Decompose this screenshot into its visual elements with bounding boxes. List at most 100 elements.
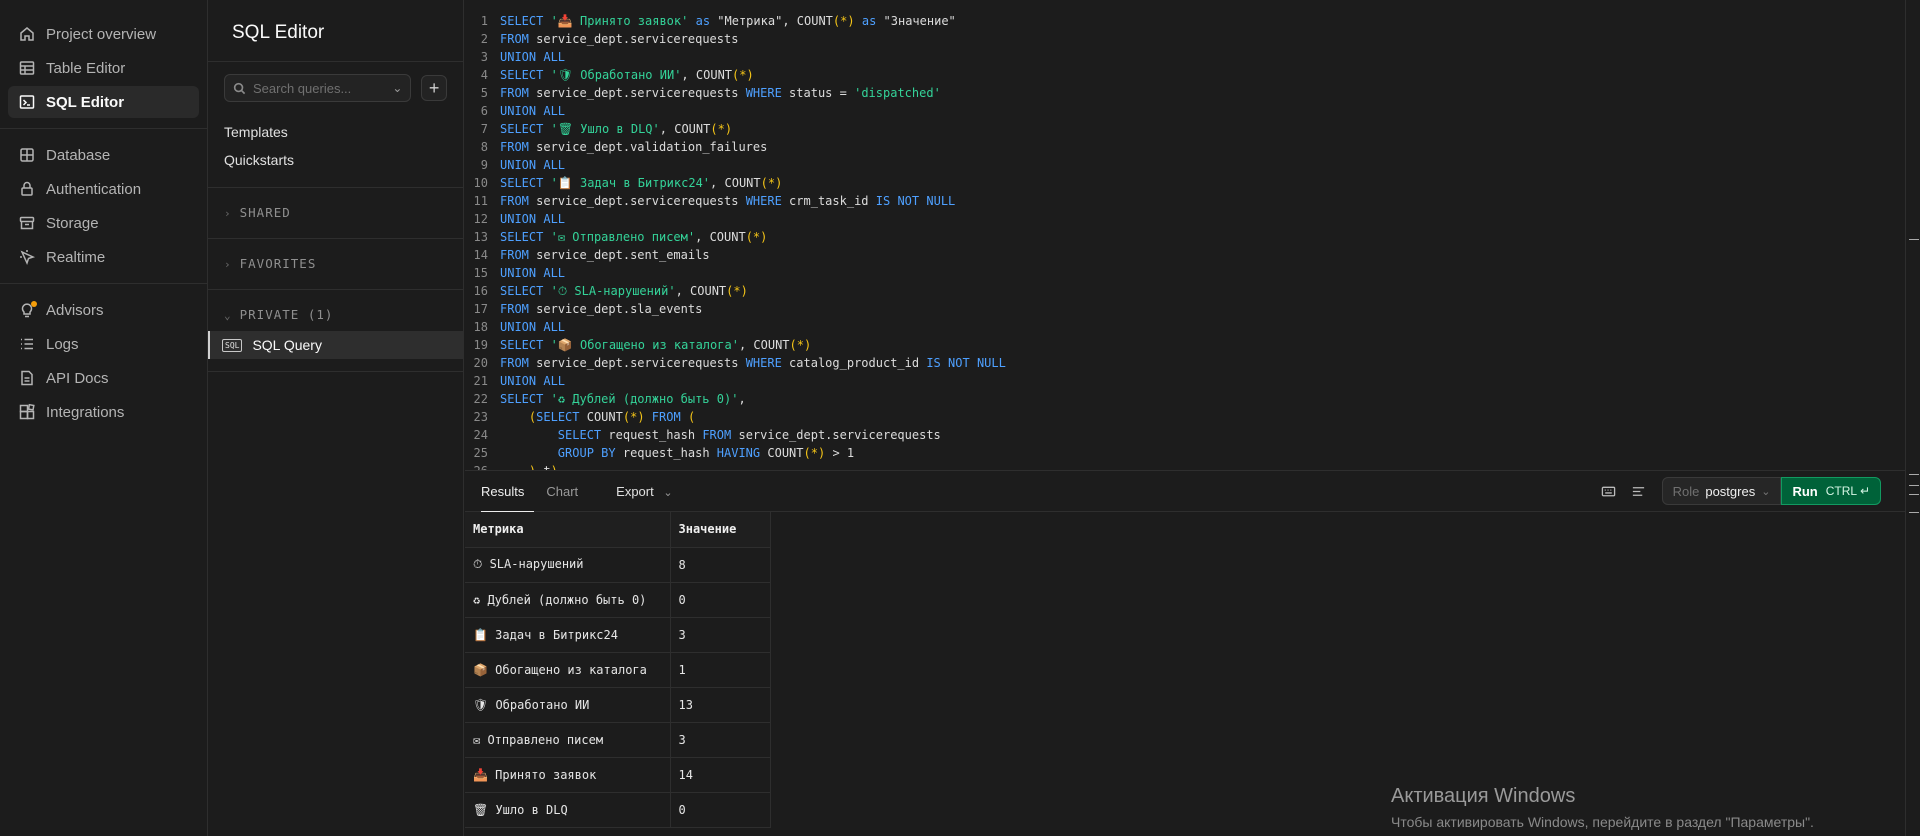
role-selector[interactable]: Role postgres ⌄ xyxy=(1661,477,1782,505)
column-header-metric[interactable]: Метрика xyxy=(465,512,671,548)
code-line[interactable]: 12 UNION ALL xyxy=(465,210,1905,228)
code-line[interactable]: 5 FROM service_dept.servicerequests WHERE… xyxy=(465,84,1905,102)
line-number: 16 xyxy=(473,284,488,298)
code-text: (SELECT COUNT(*) FROM ( xyxy=(528,410,696,424)
add-query-button[interactable]: + xyxy=(421,75,447,101)
filter-chevron-icon[interactable]: ⌄ xyxy=(392,81,402,95)
table-header-row: Метрика Значение xyxy=(465,512,771,548)
code-line[interactable]: 11 FROM service_dept.servicerequests WHER… xyxy=(465,192,1905,210)
format-lines-icon[interactable] xyxy=(1624,476,1654,506)
editor-scrollbar[interactable] xyxy=(1905,0,1920,836)
chevron-down-icon: ⌄ xyxy=(224,309,232,322)
code-line[interactable]: 13 SELECT '✉ Отправлено писем', COUNT(*) xyxy=(465,228,1905,246)
cell-metric[interactable]: 🛡 Обработано ИИ xyxy=(465,687,671,723)
code-line[interactable]: 1 SELECT '📥 Принято заявок' as "Метрика",… xyxy=(465,12,1905,30)
table-row[interactable]: 📥 Принято заявок 14 xyxy=(465,757,771,793)
nav-sql-editor[interactable]: SQL Editor xyxy=(8,86,199,118)
export-button[interactable]: Export ⌄ xyxy=(600,471,688,512)
keyboard-icon[interactable] xyxy=(1594,476,1624,506)
section-shared[interactable]: › SHARED xyxy=(208,201,463,225)
cell-value[interactable]: 8 xyxy=(670,547,771,583)
column-header-value[interactable]: Значение xyxy=(670,512,771,548)
query-item-sql-query[interactable]: SQL SQL Query xyxy=(208,331,463,359)
nav-storage[interactable]: Storage xyxy=(8,207,199,239)
code-line[interactable]: 26 ) t) xyxy=(465,462,1905,470)
nav-table-editor[interactable]: Table Editor xyxy=(8,52,199,84)
code-line[interactable]: 20 FROM service_dept.servicerequests WHER… xyxy=(465,354,1905,372)
section-private[interactable]: ⌄ PRIVATE (1) xyxy=(208,303,463,327)
tab-results[interactable]: Results xyxy=(465,471,540,513)
cell-metric[interactable]: 📋 Задач в Битрикс24 xyxy=(465,617,671,653)
code-line[interactable]: 24 SELECT request_hash FROM service_dept… xyxy=(465,426,1905,444)
code-line[interactable]: 2 FROM service_dept.servicerequests xyxy=(465,30,1905,48)
cell-value[interactable]: 3 xyxy=(670,722,771,758)
quickstarts-link[interactable]: Quickstarts xyxy=(208,146,463,174)
code-text: FROM service_dept.servicerequests WHERE … xyxy=(500,194,956,208)
nav-api-docs[interactable]: API Docs xyxy=(8,362,199,394)
nav-database[interactable]: Database xyxy=(8,139,199,171)
cell-value[interactable]: 13 xyxy=(670,687,771,723)
table-row[interactable]: ⏱ SLA-нарушений 8 xyxy=(465,547,771,583)
cell-value[interactable]: 0 xyxy=(670,582,771,618)
nav-integrations[interactable]: Integrations xyxy=(8,396,199,428)
file-icon xyxy=(18,369,36,387)
line-number: 8 xyxy=(480,140,488,154)
search-queries-box[interactable]: ⌄ xyxy=(224,74,412,102)
code-text: FROM service_dept.servicerequests WHERE … xyxy=(500,86,941,100)
cell-value[interactable]: 1 xyxy=(670,652,771,688)
code-line[interactable]: 10 SELECT '📋 Задач в Битрикс24', COUNT(*) xyxy=(465,174,1905,192)
code-text: SELECT '⏱ SLA-нарушений', COUNT(*) xyxy=(500,284,748,298)
code-line[interactable]: 23 (SELECT COUNT(*) FROM ( xyxy=(465,408,1905,426)
table-row[interactable]: 🛡 Обработано ИИ 13 xyxy=(465,687,771,723)
code-line[interactable]: 18 UNION ALL xyxy=(465,318,1905,336)
section-favorites[interactable]: › FAVORITES xyxy=(208,252,463,276)
code-text: FROM service_dept.servicerequests xyxy=(500,32,739,46)
cell-value[interactable]: 14 xyxy=(670,757,771,793)
code-line[interactable]: 15 UNION ALL xyxy=(465,264,1905,282)
code-line[interactable]: 19 SELECT '📦 Обогащено из каталога', COUN… xyxy=(465,336,1905,354)
code-line[interactable]: 25 GROUP BY request_hash HAVING COUNT(*)… xyxy=(465,444,1905,462)
table-row[interactable]: ✉ Отправлено писем 3 xyxy=(465,722,771,758)
lightbulb-icon xyxy=(18,301,37,319)
windows-activation-watermark: Активация Windows Чтобы активировать Win… xyxy=(1391,785,1814,830)
nav-authentication[interactable]: Authentication xyxy=(8,173,199,205)
cell-value[interactable]: 0 xyxy=(670,792,771,828)
tab-chart[interactable]: Chart xyxy=(540,471,594,512)
sql-code-editor[interactable]: 1 SELECT '📥 Принято заявок' as "Метрика",… xyxy=(465,0,1905,470)
table-icon xyxy=(18,59,36,77)
code-line[interactable]: 7 SELECT '🗑 Ушло в DLQ', COUNT(*) xyxy=(465,120,1905,138)
scroll-marker xyxy=(1909,494,1919,495)
cell-metric[interactable]: 📦 Обогащено из каталога xyxy=(465,652,671,688)
table-row[interactable]: ♻ Дублей (должно быть 0) 0 xyxy=(465,582,771,618)
code-line[interactable]: 17 FROM service_dept.sla_events xyxy=(465,300,1905,318)
code-line[interactable]: 14 FROM service_dept.sent_emails xyxy=(465,246,1905,264)
code-line[interactable]: 3 UNION ALL xyxy=(465,48,1905,66)
cell-metric[interactable]: ✉ Отправлено писем xyxy=(465,722,671,758)
cell-metric[interactable]: 📥 Принято заявок xyxy=(465,757,671,793)
table-row[interactable]: 📦 Обогащено из каталога 1 xyxy=(465,652,771,688)
code-line[interactable]: 4 SELECT '🛡 Обработано ИИ', COUNT(*) xyxy=(465,66,1905,84)
nav-label: Integrations xyxy=(46,403,125,421)
code-line[interactable]: 9 UNION ALL xyxy=(465,156,1905,174)
cell-metric[interactable]: ⏱ SLA-нарушений xyxy=(465,547,671,583)
cell-value[interactable]: 3 xyxy=(670,617,771,653)
table-row[interactable]: 📋 Задач в Битрикс24 3 xyxy=(465,617,771,653)
code-lines[interactable]: 1 SELECT '📥 Принято заявок' as "Метрика",… xyxy=(465,12,1905,470)
search-queries-input[interactable] xyxy=(253,80,391,96)
code-line[interactable]: 16 SELECT '⏱ SLA-нарушений', COUNT(*) xyxy=(465,282,1905,300)
code-text: UNION ALL xyxy=(500,212,566,226)
code-text: FROM service_dept.servicerequests WHERE … xyxy=(500,356,1006,370)
code-line[interactable]: 8 FROM service_dept.validation_failures xyxy=(465,138,1905,156)
code-line[interactable]: 22 SELECT '♻ Дублей (должно быть 0)', xyxy=(465,390,1905,408)
nav-realtime[interactable]: Realtime xyxy=(8,241,199,273)
code-line[interactable]: 6 UNION ALL xyxy=(465,102,1905,120)
nav-project-overview[interactable]: Project overview xyxy=(8,18,199,50)
templates-link[interactable]: Templates xyxy=(208,118,463,146)
nav-logs[interactable]: Logs xyxy=(8,328,199,360)
cell-metric[interactable]: ♻ Дублей (должно быть 0) xyxy=(465,582,671,618)
run-button[interactable]: Run CTRL ↵ xyxy=(1781,477,1881,505)
nav-advisors[interactable]: Advisors xyxy=(8,294,199,326)
table-row[interactable]: 🗑 Ушло в DLQ 0 xyxy=(465,792,771,828)
cell-metric[interactable]: 🗑 Ушло в DLQ xyxy=(465,792,671,828)
code-line[interactable]: 21 UNION ALL xyxy=(465,372,1905,390)
